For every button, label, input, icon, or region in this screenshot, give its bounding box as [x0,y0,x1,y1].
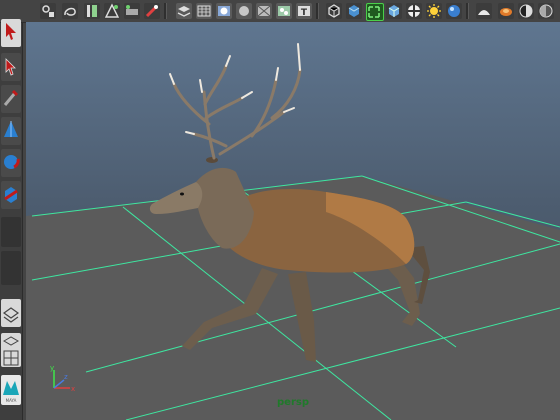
toolbar-separator [316,3,319,19]
scale-tool-icon[interactable] [1,117,21,145]
light-icon[interactable] [256,3,272,19]
toolbar-separator [466,3,469,19]
shadow-icon[interactable] [386,3,402,19]
camera-label: persp [277,397,309,408]
select-tool-icon[interactable] [1,19,21,47]
field-chart-icon[interactable] [346,3,362,19]
snap-grid-icon[interactable] [104,3,120,19]
exposure-icon[interactable] [518,3,534,19]
axis-y-label: y [50,364,54,372]
paint-icon[interactable] [84,3,100,19]
axis-indicator: y x z [48,364,78,394]
svg-text:T: T [301,8,308,18]
isolate-icon[interactable]: T [296,3,312,19]
ao-icon[interactable] [406,3,422,19]
motion-blur-icon[interactable] [498,3,514,19]
axis-z-label: z [64,373,68,381]
gamma-icon[interactable] [538,3,554,19]
dof-icon[interactable] [446,3,462,19]
aa-icon[interactable] [426,3,442,19]
maya-logo-text: MAYA [6,398,17,403]
maya-logo-icon: MAYA [1,375,21,405]
resolution-gate-icon[interactable] [326,3,342,19]
axis-x-label: x [71,385,75,393]
empty-tool-slot [1,217,21,247]
camera-icon[interactable] [176,3,192,19]
rotate-tool-icon[interactable] [1,85,21,113]
3d-viewport[interactable]: y x z persp [26,22,560,420]
texture-icon[interactable] [236,3,252,19]
snap-curve-icon[interactable] [124,3,140,19]
layout-four-icon[interactable] [1,333,21,367]
manipulator-icon[interactable] [1,149,21,177]
universal-tool-icon[interactable] [1,181,21,209]
select-icon[interactable] [40,3,56,19]
toolbar-separator [164,3,167,19]
snap-point-icon[interactable] [144,3,160,19]
xray-icon[interactable] [276,3,292,19]
empty-tool-slot [1,251,21,285]
viewport-toolbar: T [0,0,560,23]
smooth-shade-icon[interactable] [216,3,232,19]
headsup-icon[interactable] [476,3,492,19]
wireframe-icon[interactable] [196,3,212,19]
viewport-scene [26,43,560,420]
toolbox: MAYA [0,19,23,420]
safe-action-icon[interactable] [366,3,384,21]
layout-single-icon[interactable] [1,299,21,327]
lasso-icon[interactable] [62,3,78,19]
move-tool-icon[interactable] [1,53,21,81]
